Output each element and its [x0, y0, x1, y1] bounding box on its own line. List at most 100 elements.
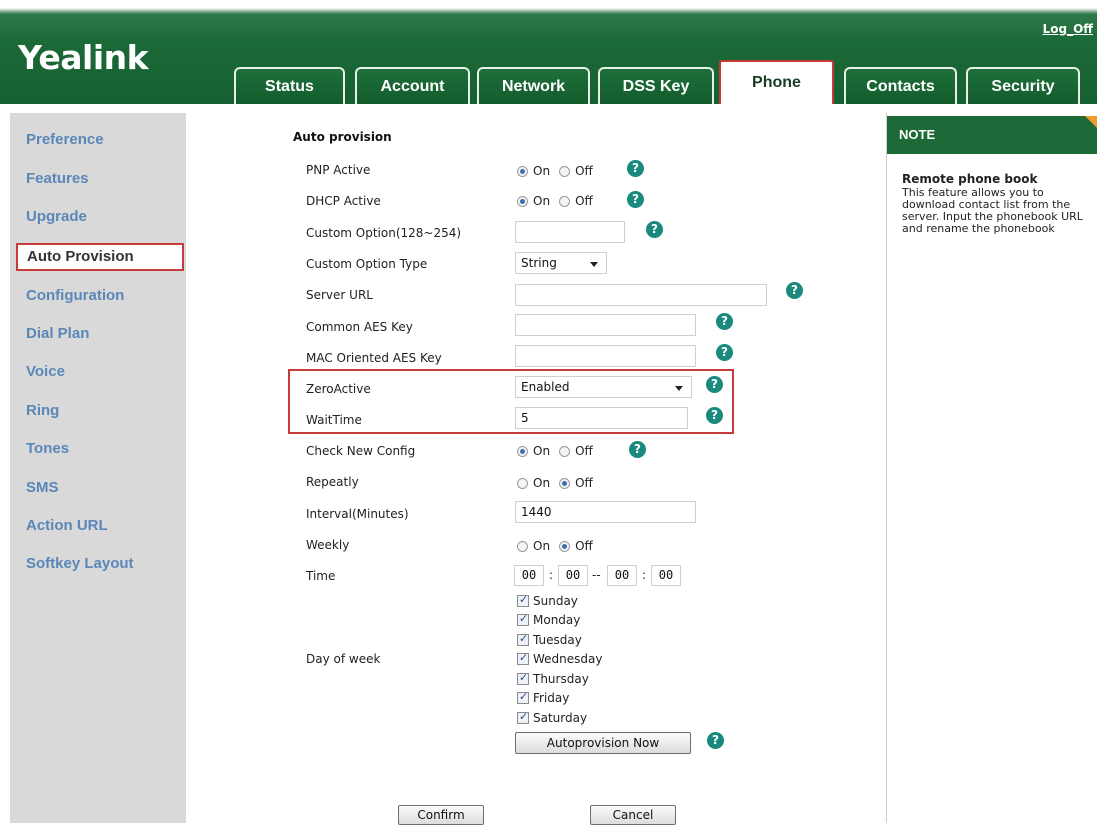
zero-active-label: ZeroActive	[306, 382, 371, 396]
mac-aes-help-icon[interactable]: ?	[716, 344, 733, 361]
day-thursday[interactable]: Thursday	[517, 671, 589, 686]
note-title: Remote phone book	[902, 172, 1038, 186]
server-url-help-icon[interactable]: ?	[786, 282, 803, 299]
cancel-button[interactable]: Cancel	[590, 805, 676, 825]
sidebar-item-dial-plan[interactable]: Dial Plan	[26, 325, 89, 342]
dhcp-active-off-radio[interactable]	[559, 195, 571, 207]
common-aes-key-input[interactable]	[515, 314, 696, 336]
wait-time-input[interactable]: 5	[515, 407, 688, 429]
time-colon: :	[549, 568, 554, 582]
day-monday[interactable]: Monday	[517, 612, 581, 627]
day-sunday[interactable]: Sunday	[517, 593, 578, 608]
zero-active-select[interactable]: Enabled	[515, 376, 692, 398]
radio-on-label: On	[533, 476, 551, 490]
sidebar-item-configuration[interactable]: Configuration	[26, 287, 124, 304]
radio-off-label: Off	[575, 476, 593, 490]
note-panel: NOTE Remote phone book This feature allo…	[886, 113, 1097, 823]
sidebar-item-sms[interactable]: SMS	[26, 479, 59, 496]
checkbox-checked-icon[interactable]	[517, 690, 529, 704]
confirm-button[interactable]: Confirm	[398, 805, 484, 825]
checkbox-checked-icon[interactable]	[517, 593, 529, 607]
day-tuesday[interactable]: Tuesday	[517, 632, 582, 647]
note-header: NOTE	[887, 116, 1097, 154]
tab-dss-key[interactable]: DSS Key	[598, 67, 714, 104]
check-new-config-radio-group: On Off	[517, 444, 602, 458]
chevron-down-icon	[590, 262, 598, 267]
sidebar-item-tones[interactable]: Tones	[26, 440, 69, 457]
tab-network[interactable]: Network	[477, 67, 590, 104]
checkbox-checked-icon[interactable]	[517, 632, 529, 646]
time-end-minute-input[interactable]: 00	[651, 565, 681, 586]
tab-contacts[interactable]: Contacts	[844, 67, 957, 104]
check-new-config-label: Check New Config	[306, 444, 416, 458]
checkbox-checked-icon[interactable]	[517, 651, 529, 665]
weekly-on-radio[interactable]	[517, 540, 528, 552]
checkbox-checked-icon[interactable]	[517, 612, 529, 626]
day-label: Sunday	[533, 594, 578, 608]
time-dash: --	[592, 568, 601, 582]
tab-status[interactable]: Status	[234, 67, 345, 104]
zero-active-help-icon[interactable]: ?	[706, 376, 723, 393]
wait-time-help-icon[interactable]: ?	[706, 407, 723, 424]
custom-option-input[interactable]	[515, 221, 625, 243]
sidebar-item-action-url[interactable]: Action URL	[26, 517, 108, 534]
radio-off-label: Off	[575, 444, 593, 458]
tab-security[interactable]: Security	[966, 67, 1080, 104]
day-saturday[interactable]: Saturday	[517, 710, 587, 725]
wait-time-label: WaitTime	[306, 413, 362, 427]
check-new-config-help-icon[interactable]: ?	[629, 441, 646, 458]
pnp-active-on-radio[interactable]	[517, 165, 528, 177]
checkbox-checked-icon[interactable]	[517, 710, 529, 724]
weekly-off-radio[interactable]	[559, 540, 571, 552]
server-url-input[interactable]	[515, 284, 767, 306]
dhcp-active-label: DHCP Active	[306, 194, 381, 208]
mac-aes-key-label: MAC Oriented AES Key	[306, 351, 442, 365]
pnp-active-off-radio[interactable]	[559, 165, 571, 177]
pnp-active-label: PNP Active	[306, 163, 371, 177]
custom-option-help-icon[interactable]: ?	[646, 221, 663, 238]
autoprovision-now-button[interactable]: Autoprovision Now	[515, 732, 691, 754]
dhcp-active-on-radio[interactable]	[517, 195, 528, 207]
day-friday[interactable]: Friday	[517, 690, 570, 705]
mac-aes-key-input[interactable]	[515, 345, 696, 367]
custom-option-type-label: Custom Option Type	[306, 257, 428, 271]
day-label: Friday	[533, 691, 570, 705]
common-aes-help-icon[interactable]: ?	[716, 313, 733, 330]
sidebar-item-features[interactable]: Features	[26, 170, 89, 187]
autoprovision-help-icon[interactable]: ?	[707, 732, 724, 749]
time-start-hour-input[interactable]: 00	[514, 565, 544, 586]
sidebar-item-preference[interactable]: Preference	[26, 131, 104, 148]
dhcp-active-radio-group: On Off	[517, 194, 602, 208]
tab-account[interactable]: Account	[355, 67, 470, 104]
repeatly-off-radio[interactable]	[559, 477, 571, 489]
time-end-hour-input[interactable]: 00	[607, 565, 637, 586]
sidebar-item-softkey-layout[interactable]: Softkey Layout	[26, 555, 134, 572]
tab-phone[interactable]: Phone	[719, 60, 834, 104]
interval-input[interactable]: 1440	[515, 501, 696, 523]
radio-on-label: On	[533, 444, 551, 458]
weekly-label: Weekly	[306, 538, 350, 552]
server-url-label: Server URL	[306, 288, 373, 302]
sidebar-item-voice[interactable]: Voice	[26, 363, 65, 380]
sidebar-item-ring[interactable]: Ring	[26, 402, 59, 419]
radio-on-label: On	[533, 164, 551, 178]
sidebar-item-upgrade[interactable]: Upgrade	[26, 208, 87, 225]
pnp-active-radio-group: On Off	[517, 164, 602, 178]
pnp-help-icon[interactable]: ?	[627, 160, 644, 177]
radio-on-label: On	[533, 539, 551, 553]
custom-option-type-value: String	[521, 256, 557, 270]
custom-option-type-select[interactable]: String	[515, 252, 607, 274]
repeatly-on-radio[interactable]	[517, 477, 528, 489]
check-new-config-off-radio[interactable]	[559, 445, 571, 457]
time-start-minute-input[interactable]: 00	[558, 565, 588, 586]
sidebar-item-auto-provision[interactable]: Auto Provision	[16, 243, 184, 271]
day-wednesday[interactable]: Wednesday	[517, 651, 602, 666]
checkbox-checked-icon[interactable]	[517, 671, 529, 685]
day-label: Monday	[533, 613, 581, 627]
radio-off-label: Off	[575, 194, 593, 208]
logoff-link[interactable]: Log_Off	[1043, 22, 1093, 36]
repeatly-radio-group: On Off	[517, 476, 602, 490]
dhcp-help-icon[interactable]: ?	[627, 191, 644, 208]
check-new-config-on-radio[interactable]	[517, 445, 528, 457]
section-title: Auto provision	[293, 130, 392, 144]
